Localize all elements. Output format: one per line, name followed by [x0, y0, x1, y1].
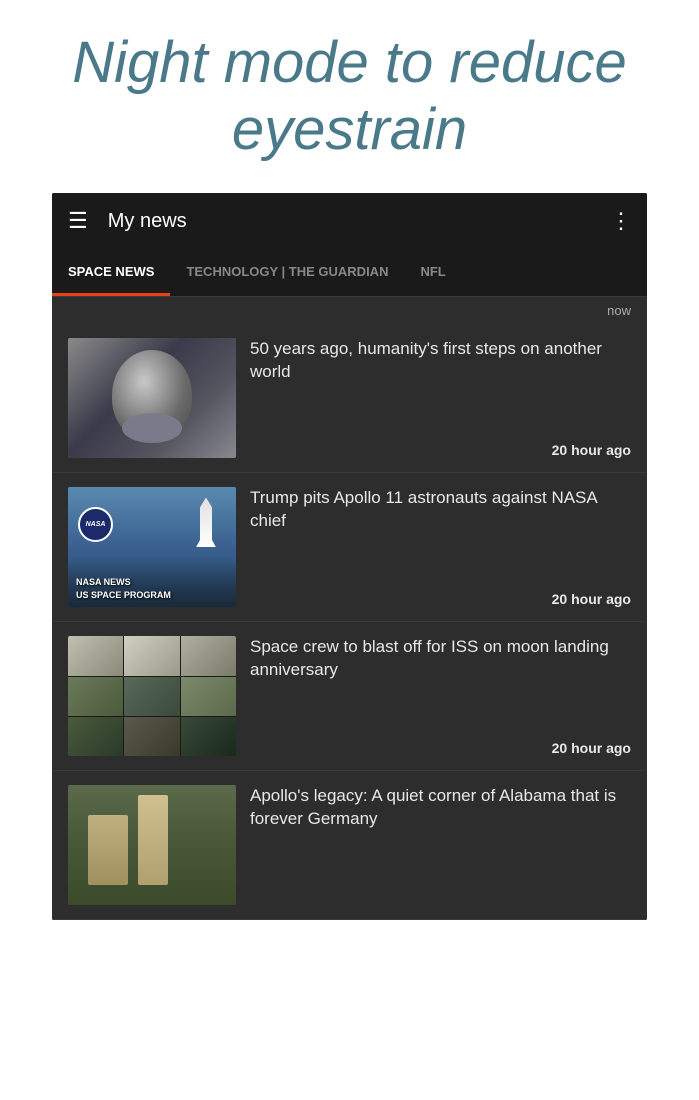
news-list: now 50 years ago, humanity's first steps… — [52, 297, 647, 920]
tab-technology[interactable]: TECHNOLOGY | THE GUARDIAN — [170, 249, 404, 296]
news-headline-3: Space crew to blast off for ISS on moon … — [250, 636, 631, 732]
news-time-2: 20 hour ago — [250, 591, 631, 607]
app-container: ☰ My news ⋮ SPACE NEWS TECHNOLOGY | THE … — [52, 193, 647, 920]
tab-space-news[interactable]: SPACE NEWS — [52, 249, 170, 296]
news-thumbnail-1 — [68, 338, 236, 458]
tab-bar: SPACE NEWS TECHNOLOGY | THE GUARDIAN NFL — [52, 249, 647, 297]
top-bar: ☰ My news ⋮ — [52, 193, 647, 249]
news-item-4[interactable]: Apollo's legacy: A quiet corner of Alaba… — [52, 771, 647, 920]
more-icon[interactable]: ⋮ — [610, 208, 631, 234]
apollo-image — [68, 785, 236, 905]
nasa-label-text-2: US SPACE PROGRAM — [76, 589, 228, 602]
news-item-1[interactable]: 50 years ago, humanity's first steps on … — [52, 324, 647, 473]
news-content-4: Apollo's legacy: A quiet corner of Alaba… — [250, 785, 631, 905]
news-content-2: Trump pits Apollo 11 astronauts against … — [250, 487, 631, 607]
news-headline-4: Apollo's legacy: A quiet corner of Alaba… — [250, 785, 631, 897]
top-bar-left: ☰ My news — [68, 210, 187, 233]
news-time-1: 20 hour ago — [250, 442, 631, 458]
nasa-label-box: NASA NEWS US SPACE PROGRAM — [68, 570, 236, 607]
crew-image — [68, 636, 236, 756]
nasa-logo: NASA — [78, 507, 113, 542]
news-item-3[interactable]: Space crew to blast off for ISS on moon … — [52, 622, 647, 771]
tab-nfl[interactable]: NFL — [404, 249, 461, 296]
news-headline-1: 50 years ago, humanity's first steps on … — [250, 338, 631, 434]
timestamp-bar: now — [52, 297, 647, 324]
news-thumbnail-3 — [68, 636, 236, 756]
news-time-3: 20 hour ago — [250, 740, 631, 756]
news-headline-2: Trump pits Apollo 11 astronauts against … — [250, 487, 631, 583]
promo-title: Night mode to reduce eyestrain — [20, 30, 679, 163]
promo-header: Night mode to reduce eyestrain — [0, 0, 699, 193]
timestamp-label: now — [607, 303, 631, 318]
astronaut-image — [68, 338, 236, 458]
news-content-1: 50 years ago, humanity's first steps on … — [250, 338, 631, 458]
news-item-2[interactable]: NASA NASA NEWS US SPACE PROGRAM Trump pi… — [52, 473, 647, 622]
nasa-label-text-1: NASA NEWS — [76, 576, 228, 589]
rocket-shape — [196, 497, 216, 547]
news-content-3: Space crew to blast off for ISS on moon … — [250, 636, 631, 756]
news-thumbnail-2: NASA NASA NEWS US SPACE PROGRAM — [68, 487, 236, 607]
news-thumbnail-4 — [68, 785, 236, 905]
nasa-image: NASA NASA NEWS US SPACE PROGRAM — [68, 487, 236, 607]
hamburger-icon[interactable]: ☰ — [68, 210, 88, 232]
app-title: My news — [108, 210, 187, 233]
